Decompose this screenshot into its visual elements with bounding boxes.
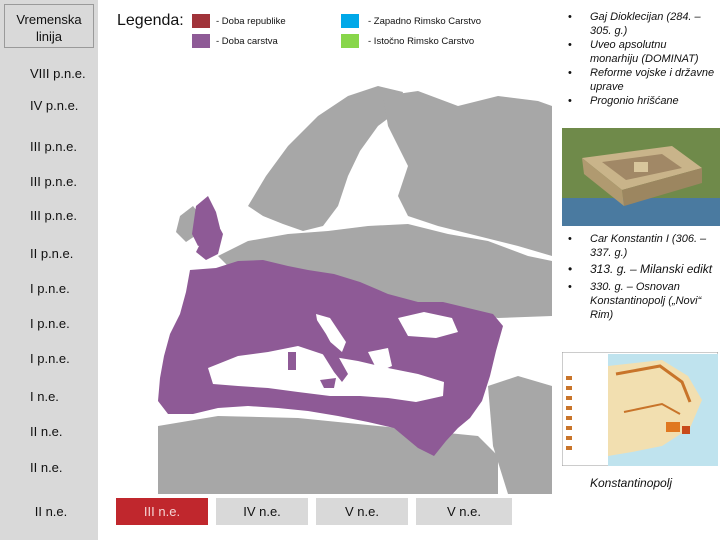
diocletian-palace-image (562, 128, 720, 226)
constantinople-map-image (562, 352, 718, 466)
timeline-item[interactable]: III p.n.e. (4, 133, 98, 161)
bullet-icon: • (568, 11, 572, 23)
bullet-item: • Gaj Dioklecijan (284. – 305. g.) (566, 10, 716, 38)
timeline-item[interactable]: I p.n.e. (4, 275, 98, 303)
timeline-header: Vremenska linija (4, 4, 94, 48)
bullet-icon: • (568, 233, 572, 245)
timeline-item[interactable]: I n.e. (4, 383, 98, 411)
legend-label-western: - Zapadno Rimsko Carstvo (368, 16, 481, 27)
bullet-text: Car Konstantin I (306. – 337. g.) (590, 233, 707, 259)
bullet-icon: • (568, 67, 572, 79)
bullet-text: Progonio hrišćane (590, 95, 679, 107)
bullet-item: • Car Konstantin I (306. – 337. g.) (566, 232, 716, 260)
timeline-item[interactable]: I p.n.e. (4, 345, 98, 373)
bullet-text: Reforme vojske i državne uprave (590, 67, 715, 93)
constantine-bullets: • Car Konstantin I (306. – 337. g.) • 313.… (566, 232, 716, 322)
legend-swatch-western (341, 14, 359, 28)
legend-swatch-republic (192, 14, 210, 28)
timeline-item[interactable]: III p.n.e. (4, 168, 98, 196)
timeline-item[interactable]: II n.e. (4, 418, 98, 446)
timeline-column: Vremenska linija VIII p.n.e. IV p.n.e. I… (0, 0, 98, 540)
legend-label-eastern: - Istočno Rimsko Carstvo (368, 36, 475, 47)
legend-swatch-empire (192, 34, 210, 48)
legend-label-empire: - Doba carstva (216, 36, 278, 47)
legend-swatch-eastern (341, 34, 359, 48)
bullet-item: • 313. g. – Milanski edikt (566, 262, 716, 276)
timeline-item[interactable]: I p.n.e. (4, 310, 98, 338)
diocletian-bullets: • Gaj Dioklecijan (284. – 305. g.) • Uveo … (566, 10, 716, 108)
timeline-bottom-item[interactable]: IV n.e. (216, 498, 308, 525)
map-land-scandinavia (248, 86, 403, 231)
timeline-item[interactable]: II p.n.e. (4, 240, 98, 268)
roman-empire-map (98, 56, 552, 494)
bullet-item: • Uveo apsolutnu monarhiju (DOMINAT) (566, 38, 716, 66)
bullet-icon: • (568, 262, 573, 276)
bullet-item: • 330. g. – Osnovan Konstantinopolj („Nov… (566, 280, 716, 322)
bullet-item: • Progonio hrišćane (566, 94, 716, 108)
bullet-text: 313. g. – Milanski edikt (590, 262, 713, 276)
constantinople-caption: Konstantinopolj (590, 476, 673, 490)
map-empire-sardinia (288, 352, 296, 370)
timeline-bottom-item[interactable]: II n.e. (4, 498, 98, 525)
map-svg (158, 86, 552, 494)
timeline-item[interactable]: VIII p.n.e. (4, 60, 98, 88)
timeline-bottom-item-active[interactable]: III n.e. (116, 498, 208, 525)
timeline-item[interactable]: IV p.n.e. (4, 92, 98, 120)
timeline-bottom-item[interactable]: V n.e. (416, 498, 512, 525)
bullet-text: Gaj Dioklecijan (284. – 305. g.) (590, 11, 701, 37)
bullet-text: 330. g. – Osnovan Konstantinopolj („Novi… (590, 281, 702, 321)
timeline-bottom-item[interactable]: V n.e. (316, 498, 408, 525)
bullet-item: • Reforme vojske i državne uprave (566, 66, 716, 94)
timeline-item[interactable]: III p.n.e. (4, 202, 98, 230)
bullet-icon: • (568, 95, 572, 107)
legend-title: Legenda: (117, 12, 184, 29)
bullet-text: Uveo apsolutnu monarhiju (DOMINAT) (590, 39, 699, 65)
legend-label-republic: - Doba republike (216, 16, 286, 27)
bullet-icon: • (568, 281, 572, 293)
bullet-icon: • (568, 39, 572, 51)
timeline-item[interactable]: II n.e. (4, 454, 98, 482)
